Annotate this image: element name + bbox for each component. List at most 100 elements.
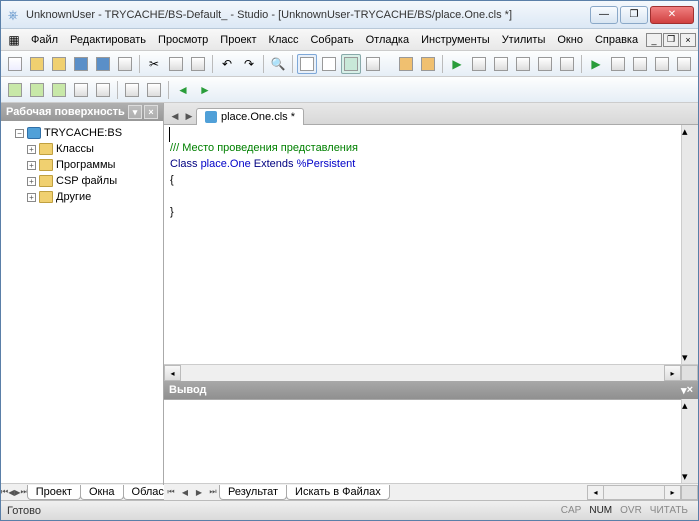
redo-icon[interactable]: ↷ xyxy=(239,54,259,74)
tab-nav-prev-icon[interactable]: ◀ xyxy=(178,485,192,499)
tab-nav-next-icon[interactable]: ▶ xyxy=(192,485,206,499)
tab-result[interactable]: Результат xyxy=(219,485,287,500)
folder-icon xyxy=(39,175,53,187)
undo-icon[interactable]: ↶ xyxy=(217,54,237,74)
paste-icon[interactable] xyxy=(188,54,208,74)
tab-nav-first-icon[interactable]: ⏮ xyxy=(1,485,8,499)
tree-node-classes[interactable]: + Классы xyxy=(27,141,161,157)
build-icon[interactable] xyxy=(418,54,438,74)
tab-windows[interactable]: Окна xyxy=(80,485,124,500)
minimize-button[interactable]: — xyxy=(590,6,618,24)
menu-window[interactable]: Окно xyxy=(551,31,589,49)
code-editor[interactable]: /// Место проведения представленияClass … xyxy=(164,125,681,364)
scroll-down-icon[interactable]: ▾ xyxy=(682,351,698,364)
mdi-restore-button[interactable]: ❐ xyxy=(663,33,679,47)
sc-b-icon[interactable] xyxy=(27,80,47,100)
tool-d-icon[interactable] xyxy=(674,54,694,74)
run-icon[interactable]: ▶ xyxy=(586,54,606,74)
workspace-tree[interactable]: − TRYCACHE:BS + Классы + Программы + CSP… xyxy=(1,121,163,483)
tab-nav-last-icon[interactable]: ⏭ xyxy=(206,485,220,499)
scroll-left-icon[interactable]: ◂ xyxy=(587,485,604,500)
tool-a-icon[interactable] xyxy=(608,54,628,74)
sidebar-dropdown-icon[interactable]: ▾ xyxy=(128,105,142,119)
output-header: Вывод ▾ × xyxy=(164,381,698,399)
editor-vscrollbar[interactable]: ▴ ▾ xyxy=(681,125,698,364)
sc-e-icon[interactable] xyxy=(93,80,113,100)
view-inspector-icon[interactable] xyxy=(341,54,361,74)
compile-icon[interactable] xyxy=(396,54,416,74)
output-vscrollbar[interactable]: ▴ ▾ xyxy=(681,399,698,483)
sc-g-icon[interactable] xyxy=(144,80,164,100)
scroll-down-icon[interactable]: ▾ xyxy=(682,470,698,483)
menu-file[interactable]: Файл xyxy=(25,31,64,49)
tab-nav-first-icon[interactable]: ⏮ xyxy=(164,485,178,499)
menu-debug[interactable]: Отладка xyxy=(360,31,415,49)
menu-help[interactable]: Справка xyxy=(589,31,644,49)
sidebar-close-icon[interactable]: × xyxy=(144,105,158,119)
scroll-right-icon[interactable]: ▸ xyxy=(664,485,681,500)
menu-project[interactable]: Проект xyxy=(214,31,262,49)
open-icon[interactable] xyxy=(27,54,47,74)
maximize-button[interactable]: ❐ xyxy=(620,6,648,24)
open-project-icon[interactable] xyxy=(49,54,69,74)
scroll-left-icon[interactable]: ◂ xyxy=(164,365,181,381)
print-icon[interactable] xyxy=(115,54,135,74)
menu-tools[interactable]: Инструменты xyxy=(415,31,496,49)
sidebar-bottom-tabs: ⏮ ◀ ▶ ⏭ Проект Окна Область xyxy=(1,483,163,500)
expand-icon[interactable]: + xyxy=(27,193,36,202)
size-grip[interactable] xyxy=(681,365,698,381)
scroll-up-icon[interactable]: ▴ xyxy=(682,125,698,138)
menu-view[interactable]: Просмотр xyxy=(152,31,214,49)
sc-d-icon[interactable] xyxy=(71,80,91,100)
collapse-icon[interactable]: − xyxy=(15,129,24,138)
menu-class[interactable]: Класс xyxy=(263,31,305,49)
debug-pause-icon[interactable] xyxy=(491,54,511,74)
tab-find-in-files[interactable]: Искать в Файлах xyxy=(286,485,390,500)
save-all-icon[interactable] xyxy=(93,54,113,74)
expand-icon[interactable]: + xyxy=(27,161,36,170)
expand-icon[interactable]: + xyxy=(27,145,36,154)
view-other-icon[interactable] xyxy=(319,54,339,74)
tool-c-icon[interactable] xyxy=(652,54,672,74)
output-close-icon[interactable]: × xyxy=(687,384,693,396)
tree-root[interactable]: − TRYCACHE:BS xyxy=(15,125,161,141)
mdi-minimize-button[interactable]: _ xyxy=(646,33,662,47)
debug-stop-icon[interactable] xyxy=(469,54,489,74)
sc-c-icon[interactable] xyxy=(49,80,69,100)
debug-stepout-icon[interactable] xyxy=(557,54,577,74)
tab-project[interactable]: Проект xyxy=(27,485,81,500)
debug-stepover-icon[interactable] xyxy=(535,54,555,74)
nav-back-icon[interactable]: ◄ xyxy=(173,80,193,100)
find-icon[interactable]: 🔍 xyxy=(268,54,288,74)
output-panel[interactable] xyxy=(164,399,681,483)
scroll-up-icon[interactable]: ▴ xyxy=(682,399,698,412)
menu-edit[interactable]: Редактировать xyxy=(64,31,152,49)
menu-build[interactable]: Собрать xyxy=(304,31,359,49)
bookmark-icon[interactable] xyxy=(5,80,25,100)
debug-go-icon[interactable]: ▶ xyxy=(447,54,467,74)
save-icon[interactable] xyxy=(71,54,91,74)
cut-icon[interactable]: ✂ xyxy=(144,54,164,74)
mdi-close-button[interactable]: × xyxy=(680,33,696,47)
expand-icon[interactable]: + xyxy=(27,177,36,186)
view-toggle-icon[interactable] xyxy=(363,54,383,74)
editor-tab[interactable]: place.One.cls * xyxy=(196,108,304,125)
tab-scroll-right-icon[interactable]: ▶ xyxy=(182,108,196,124)
nav-fwd-icon[interactable]: ► xyxy=(195,80,215,100)
close-button[interactable]: ✕ xyxy=(650,6,694,24)
tree-node-csp[interactable]: + CSP файлы xyxy=(27,173,161,189)
tool-b-icon[interactable] xyxy=(630,54,650,74)
copy-icon[interactable] xyxy=(166,54,186,74)
editor-hscrollbar[interactable]: ◂ ▸ xyxy=(164,364,698,381)
tree-node-other[interactable]: + Другие xyxy=(27,189,161,205)
size-grip[interactable] xyxy=(681,485,698,500)
scroll-right-icon[interactable]: ▸ xyxy=(664,365,681,381)
tab-scroll-left-icon[interactable]: ◀ xyxy=(168,108,182,124)
tree-node-programs[interactable]: + Программы xyxy=(27,157,161,173)
view-code-icon[interactable] xyxy=(297,54,317,74)
debug-step-icon[interactable] xyxy=(513,54,533,74)
new-file-icon[interactable] xyxy=(5,54,25,74)
menu-utils[interactable]: Утилиты xyxy=(496,31,552,49)
sc-f-icon[interactable] xyxy=(122,80,142,100)
app-menu-icon[interactable]: ▦ xyxy=(6,32,22,48)
